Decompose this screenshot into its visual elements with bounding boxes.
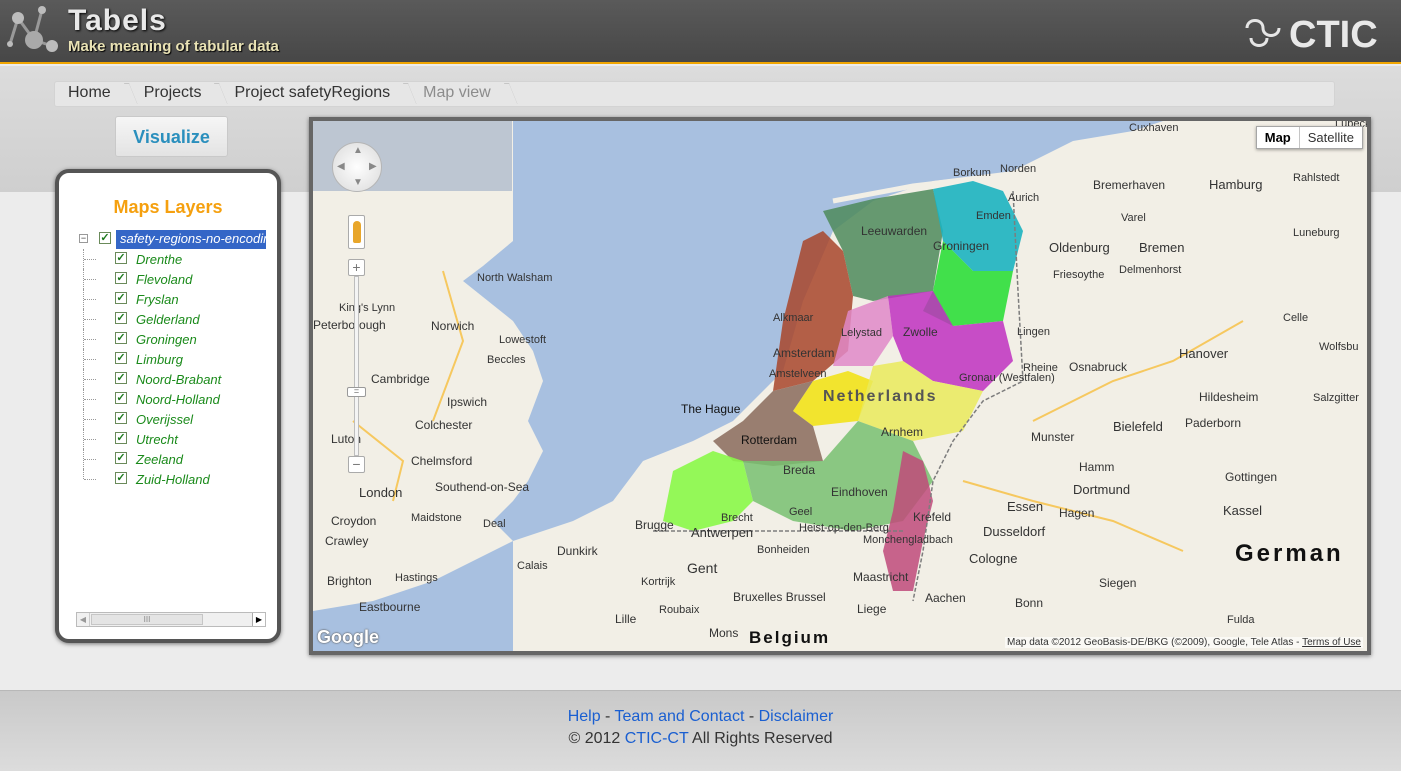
map-attribution: Map data ©2012 GeoBasis-DE/BKG (©2009), … [1005,637,1363,648]
rights-text: All Rights Reserved [692,730,833,747]
layer-checkbox[interactable]: ✓ [115,352,127,364]
ctic-logo-icon[interactable]: CTIC [1241,14,1393,52]
copyright-text: © 2012 [568,730,621,747]
ctic-logo-text: CTIC [1289,14,1378,52]
zoom-slider-track[interactable] [354,276,359,456]
app-subtitle: Make meaning of tabular data [68,38,279,55]
google-logo[interactable]: Google [317,627,379,648]
app-title[interactable]: Tabels [68,4,167,38]
layer-item-zeeland: ✓ Zeeland [79,449,269,469]
pan-up-icon[interactable]: ▲ [353,145,363,156]
app-header: Tabels Make meaning of tabular data CTIC [0,0,1401,64]
molecule-logo-icon [7,6,58,52]
breadcrumb-project[interactable]: Project safetyRegions [221,81,410,107]
breadcrumb-current: Map view [410,81,511,107]
layer-item-groningen: ✓ Groningen [79,329,269,349]
layer-label[interactable]: Zuid-Holland [136,472,210,487]
map-type-control: Map Satellite [1255,126,1363,149]
layer-checkbox[interactable]: ✓ [115,452,127,464]
layer-item-fryslan: ✓ Fryslan [79,289,269,309]
layer-label[interactable]: Noord-Brabant [136,372,221,387]
root-layer-label[interactable]: safety-regions-no-encoding [116,230,266,249]
map-type-satellite-button[interactable]: Satellite [1300,127,1362,148]
layer-label[interactable]: Overijssel [136,412,193,427]
scroll-left-icon[interactable]: ◀ [77,613,90,626]
layer-label[interactable]: Zeeland [136,452,183,467]
pan-right-icon[interactable]: ▶ [369,161,377,172]
layer-checkbox[interactable]: ✓ [115,312,127,324]
scroll-thumb[interactable]: III [91,614,203,625]
pan-control[interactable]: ▲ ▼ ◀ ▶ [332,142,382,192]
layer-checkbox[interactable]: ✓ [115,392,127,404]
footer-separator: - [605,708,611,725]
scroll-right-icon[interactable]: ▶ [252,613,265,626]
company-link[interactable]: CTIC-CT [625,730,689,747]
layer-item-utrecht: ✓ Utrecht [79,429,269,449]
zoom-out-button[interactable]: − [348,456,365,473]
page-footer: Help - Team and Contact - Disclaimer © 2… [0,690,1401,771]
tree-root: − ✓ safety-regions-no-encoding [79,229,269,249]
pan-down-icon[interactable]: ▼ [353,177,363,188]
layer-item-limburg: ✓ Limburg [79,349,269,369]
layer-item-noord-holland: ✓ Noord-Holland [79,389,269,409]
layer-label[interactable]: Utrecht [136,432,178,447]
layer-label[interactable]: Noord-Holland [136,392,220,407]
breadcrumb: Home Projects Project safetyRegions Map … [54,81,1335,107]
layer-checkbox[interactable]: ✓ [115,472,127,484]
street-view-pegman-icon[interactable] [348,215,365,249]
layer-label[interactable]: Flevoland [136,272,192,287]
layer-checkbox[interactable]: ✓ [115,272,127,284]
layer-label[interactable]: Gelderland [136,312,200,327]
terms-of-use-link[interactable]: Terms of Use [1302,637,1361,648]
disclaimer-link[interactable]: Disclaimer [759,708,834,725]
horizontal-scrollbar[interactable]: ◀ III ▶ [76,612,266,627]
map-type-map-button[interactable]: Map [1257,127,1300,148]
layer-label[interactable]: Groningen [136,332,197,347]
root-checkbox[interactable]: ✓ [99,232,111,244]
layers-panel: Maps Layers − ✓ safety-regions-no-encodi… [55,169,281,643]
layer-item-gelderland: ✓ Gelderland [79,309,269,329]
layer-label[interactable]: Fryslan [136,292,179,307]
pan-left-icon[interactable]: ◀ [337,161,345,172]
layers-tree: − ✓ safety-regions-no-encoding ✓ Drenthe … [79,229,269,599]
layer-checkbox[interactable]: ✓ [115,292,127,304]
help-link[interactable]: Help [568,708,601,725]
team-contact-link[interactable]: Team and Contact [615,708,745,725]
collapse-icon[interactable]: − [79,234,88,243]
footer-separator: - [748,708,755,725]
layer-item-zuid-holland: ✓ Zuid-Holland [79,469,269,489]
layer-item-drenthe: ✓ Drenthe [79,249,269,269]
layer-checkbox[interactable]: ✓ [115,332,127,344]
attribution-text: Map data ©2012 GeoBasis-DE/BKG (©2009), … [1007,637,1300,648]
layer-label[interactable]: Limburg [136,352,183,367]
layer-checkbox[interactable]: ✓ [115,432,127,444]
zoom-slider-thumb[interactable]: = [347,387,366,397]
layer-item-overijssel: ✓ Overijssel [79,409,269,429]
layer-checkbox[interactable]: ✓ [115,252,127,264]
breadcrumb-home[interactable]: Home [55,81,131,107]
layers-title: Maps Layers [113,197,223,217]
layer-checkbox[interactable]: ✓ [115,412,127,424]
layer-checkbox[interactable]: ✓ [115,372,127,384]
zoom-in-button[interactable]: + [348,259,365,276]
visualize-button[interactable]: Visualize [115,116,228,157]
map-canvas[interactable] [313,121,1367,651]
layer-item-flevoland: ✓ Flevoland [79,269,269,289]
map-view[interactable]: Cuxhaven Lubeck Borkum Norden Emden Auri… [309,117,1371,655]
breadcrumb-projects[interactable]: Projects [131,81,222,107]
layer-label[interactable]: Drenthe [136,252,182,267]
layer-item-noord-brabant: ✓ Noord-Brabant [79,369,269,389]
